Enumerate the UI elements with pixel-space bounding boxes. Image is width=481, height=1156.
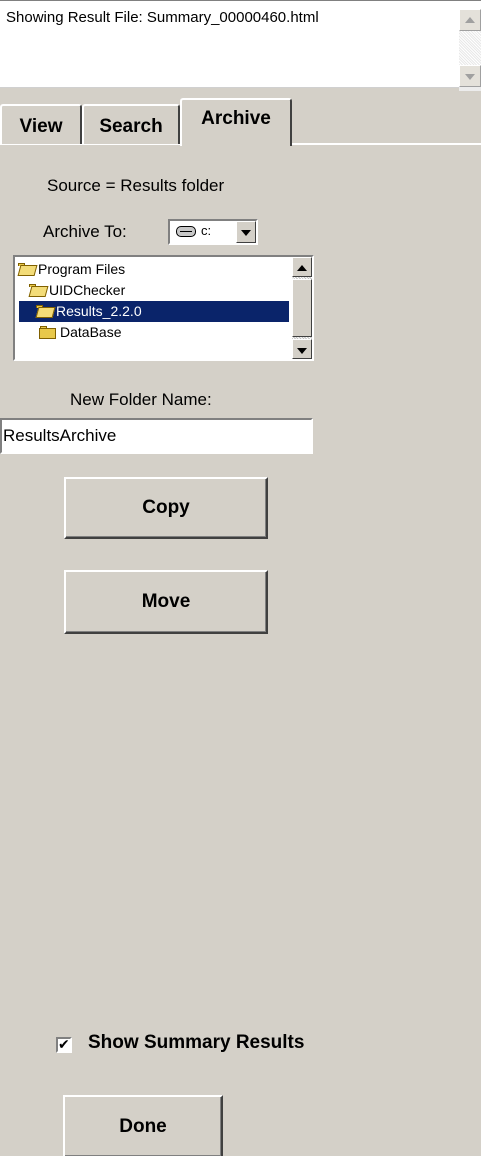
arrow-up-icon: [465, 17, 475, 23]
scroll-track[interactable]: [459, 31, 481, 65]
new-folder-name-input[interactable]: [0, 418, 313, 454]
show-summary-checkbox[interactable]: ✔: [56, 1036, 72, 1053]
scroll-up-button[interactable]: [292, 257, 312, 277]
scroll-down-button[interactable]: [292, 339, 312, 359]
drive-select[interactable]: c:: [168, 219, 258, 245]
status-text: Showing Result File: Summary_00000460.ht…: [6, 9, 319, 26]
source-label: Source = Results folder: [47, 176, 225, 195]
archive-to-label: Archive To:: [43, 222, 127, 241]
arrow-up-icon: [297, 265, 307, 271]
new-folder-label: New Folder Name:: [70, 390, 212, 409]
open-folder-icon: [35, 305, 56, 318]
folder-item-results[interactable]: Results_2.2.0: [19, 301, 289, 322]
tab-archive[interactable]: Archive: [180, 98, 292, 146]
copy-button[interactable]: Copy: [64, 477, 268, 539]
open-folder-icon: [17, 263, 38, 276]
done-button[interactable]: Done: [63, 1095, 223, 1156]
arrow-down-icon: [465, 74, 475, 80]
arrow-down-icon: [297, 348, 307, 354]
tab-search[interactable]: Search: [82, 104, 180, 144]
archive-window: Showing Result File: Summary_00000460.ht…: [0, 0, 481, 1156]
folder-item-uidchecker[interactable]: UIDChecker: [28, 280, 128, 301]
folder-list-scrollbar[interactable]: [292, 257, 312, 359]
tab-view[interactable]: View: [0, 104, 82, 144]
folder-item-program-files[interactable]: Program Files: [17, 259, 128, 280]
chevron-down-icon: [241, 230, 251, 236]
scroll-up-button[interactable]: [459, 9, 481, 31]
drive-dropdown-button[interactable]: [236, 221, 256, 243]
move-button[interactable]: Move: [64, 570, 268, 634]
scroll-down-button[interactable]: [459, 65, 481, 87]
folder-item-database[interactable]: DataBase: [39, 322, 124, 343]
scroll-thumb[interactable]: [292, 279, 312, 337]
drive-value: c:: [201, 223, 212, 238]
status-scrollbar[interactable]: [459, 9, 481, 91]
checkmark-icon: ✔: [58, 1036, 70, 1052]
open-folder-icon: [28, 284, 49, 297]
folder-icon: [39, 326, 57, 339]
folder-list[interactable]: Program Files UIDChecker Results_2.2.0 D…: [13, 255, 314, 361]
status-textbox[interactable]: Showing Result File: Summary_00000460.ht…: [0, 0, 481, 91]
drive-icon: [176, 226, 196, 237]
show-summary-label: Show Summary Results: [88, 1032, 305, 1053]
